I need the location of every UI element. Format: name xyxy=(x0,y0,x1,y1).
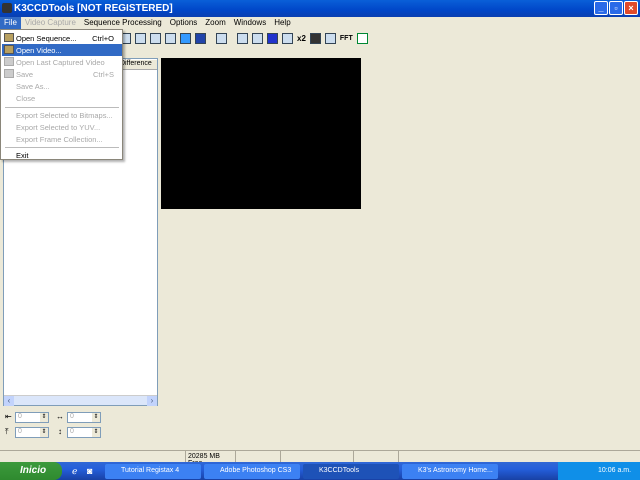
window-title: K3CCDTools [NOT REGISTERED] xyxy=(14,3,173,14)
label: Open Last Captured Video xyxy=(16,58,105,67)
histogram-tool-icon[interactable] xyxy=(309,32,321,44)
center-tool-icon[interactable] xyxy=(180,32,191,44)
menu-file[interactable]: File xyxy=(0,17,21,29)
file-menu-dropdown: Open Sequence... Ctrl+O Open Video... Ope… xyxy=(0,29,123,160)
height-icon: ↕ xyxy=(58,427,62,436)
menu-sequence-processing[interactable]: Sequence Processing xyxy=(80,17,166,29)
top-offset-icon: ⤒ xyxy=(5,427,9,436)
system-tray: 10:06 a.m. xyxy=(558,462,640,480)
menu-item-export-yuv[interactable]: Export Selected to YUV... xyxy=(2,121,122,133)
spinner-value: 0 xyxy=(18,428,22,435)
app-icon xyxy=(2,3,12,13)
status-bar: 20285 MB Free xyxy=(0,450,640,467)
start-button[interactable]: Inicio xyxy=(0,462,62,480)
horizontal-scrollbar[interactable]: ‹ › xyxy=(4,395,157,406)
label: Save xyxy=(16,70,34,79)
maximize-button[interactable]: ▫ xyxy=(609,1,623,15)
menu-options[interactable]: Options xyxy=(166,17,202,29)
spinner-arrows-icon[interactable]: ⇕ xyxy=(40,428,48,437)
shortcut: Ctrl+O xyxy=(92,34,114,43)
width-spinner[interactable]: 0 ⇕ xyxy=(67,412,101,423)
menu-bar: File Video Capture Sequence Processing O… xyxy=(0,17,640,29)
menu-item-save-as[interactable]: Save As... xyxy=(2,80,122,92)
height-spinner[interactable]: 0 ⇕ xyxy=(67,427,101,438)
play-tool-icon[interactable] xyxy=(356,32,368,44)
label: Open Video... xyxy=(16,46,62,55)
task-photoshop[interactable]: Adobe Photoshop CS3 xyxy=(204,464,300,479)
menu-item-save[interactable]: Save Ctrl+S xyxy=(2,68,122,80)
task-k3ccdtools[interactable]: K3CCDTools xyxy=(303,464,399,479)
top-offset-spinner[interactable]: 0 ⇕ xyxy=(15,427,49,438)
select-tool-icon[interactable] xyxy=(165,32,176,44)
label: Open Sequence... xyxy=(16,34,77,43)
scroll-right-icon[interactable]: › xyxy=(147,396,157,406)
task-tutorial-registax[interactable]: Tutorial Registax 4 xyxy=(105,464,201,479)
task-k3-astronomy[interactable]: K3's Astronomy Home... xyxy=(402,464,498,479)
menu-item-open-video[interactable]: Open Video... xyxy=(2,44,122,56)
left-offset-icon: ⇤ xyxy=(5,412,12,421)
spinner-value: 0 xyxy=(70,413,74,420)
align-tool-icon[interactable] xyxy=(135,32,146,44)
scroll-left-icon[interactable]: ‹ xyxy=(4,396,14,406)
lasso-tool-icon[interactable] xyxy=(150,32,161,44)
monitor-tool-icon[interactable] xyxy=(237,32,248,44)
menu-item-close[interactable]: Close xyxy=(2,92,122,104)
left-offset-spinner[interactable]: 0 ⇕ xyxy=(15,412,49,423)
ie-quicklaunch-icon[interactable]: ℯ xyxy=(72,466,77,477)
screen-tool-icon[interactable] xyxy=(252,32,263,44)
title-bar: K3CCDTools [NOT REGISTERED] _ ▫ × xyxy=(0,0,640,17)
minimize-button[interactable]: _ xyxy=(594,1,608,15)
menu-item-open-last-captured[interactable]: Open Last Captured Video xyxy=(2,56,122,68)
spinner-arrows-icon[interactable]: ⇕ xyxy=(92,413,100,422)
menu-item-open-sequence[interactable]: Open Sequence... Ctrl+O xyxy=(2,32,122,44)
spinner-arrows-icon[interactable]: ⇕ xyxy=(92,428,100,437)
spinner-arrows-icon[interactable]: ⇕ xyxy=(40,413,48,422)
spinner-value: 0 xyxy=(18,413,22,420)
stack-tool-icon[interactable] xyxy=(216,32,227,44)
column-header-difference[interactable]: Difference xyxy=(120,60,157,70)
close-button[interactable]: × xyxy=(624,1,638,15)
window-tool-icon[interactable] xyxy=(282,32,293,44)
grid-tool-icon[interactable] xyxy=(324,32,336,44)
menu-item-exit[interactable]: Exit xyxy=(2,149,122,161)
spinner-value: 0 xyxy=(70,428,74,435)
menu-item-export-frame-collection[interactable]: Export Frame Collection... xyxy=(2,133,122,145)
menu-separator xyxy=(5,107,119,108)
save-icon xyxy=(4,69,14,78)
toolbar: x2 FFT xyxy=(120,30,368,46)
shortcut: Ctrl+S xyxy=(92,70,114,79)
film-icon xyxy=(4,57,14,66)
zoom-x2-button[interactable]: x2 xyxy=(297,34,306,43)
gradient-tool-icon[interactable] xyxy=(195,32,206,44)
menu-separator xyxy=(5,147,119,148)
menu-help[interactable]: Help xyxy=(270,17,294,29)
menu-zoom[interactable]: Zoom xyxy=(201,17,229,29)
image-preview xyxy=(161,58,361,209)
clock: 10:06 a.m. xyxy=(598,467,632,474)
card-tool-icon[interactable] xyxy=(267,32,278,44)
menu-video-capture[interactable]: Video Capture xyxy=(21,17,80,29)
video-icon xyxy=(4,45,14,54)
width-icon: ↔ xyxy=(56,412,64,421)
open-folder-icon xyxy=(4,33,14,42)
menu-windows[interactable]: Windows xyxy=(230,17,270,29)
menu-item-export-bitmaps[interactable]: Export Selected to Bitmaps... xyxy=(2,109,122,121)
fft-button[interactable]: FFT xyxy=(340,35,353,42)
desktop-quicklaunch-icon[interactable]: ◙ xyxy=(87,466,92,476)
